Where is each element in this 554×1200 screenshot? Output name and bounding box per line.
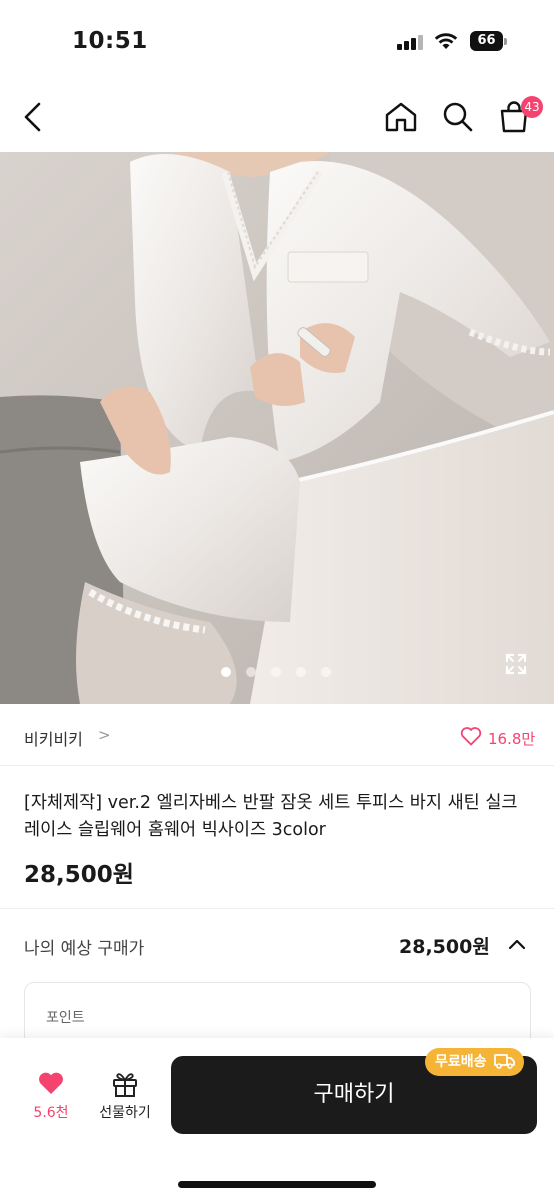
product-title: [자체제작] ver.2 엘리자베스 반팔 잠옷 세트 투피스 바지 새틴 실크…: [24, 793, 518, 840]
heart-outline-icon[interactable]: [460, 726, 482, 746]
battery-icon: 66: [470, 31, 507, 51]
home-icon[interactable]: [384, 101, 418, 133]
gift-button[interactable]: 선물하기: [92, 1070, 158, 1130]
carousel-dot[interactable]: [271, 667, 281, 677]
free-shipping-label: 무료배송: [435, 1054, 487, 1070]
status-time: 10:51: [72, 28, 148, 54]
cellular-signal-icon: [397, 34, 423, 50]
product-price: 28,500원: [24, 862, 134, 888]
home-indicator: [178, 1181, 376, 1188]
carousel-dot[interactable]: [221, 667, 231, 677]
battery-level: 66: [470, 31, 503, 51]
truck-icon: [494, 1053, 516, 1069]
chevron-up-icon[interactable]: [508, 937, 526, 951]
wifi-icon: [434, 33, 458, 49]
free-shipping-badge: 무료배송: [425, 1048, 525, 1076]
gift-label: 선물하기: [99, 1105, 151, 1121]
cart-count-badge: 43: [521, 96, 543, 118]
estimate-label: 나의 예상 구매가: [24, 939, 145, 959]
brand-like-count: 16.8만: [488, 730, 536, 748]
expand-icon[interactable]: [504, 652, 528, 676]
brand-row: 비키비키 > 16.8만: [0, 704, 554, 766]
product-image-carousel[interactable]: [0, 152, 554, 704]
wishlist-button[interactable]: 5.6천: [22, 1070, 80, 1130]
status-bar: 10:51 66: [0, 0, 554, 80]
carousel-dot[interactable]: [321, 667, 331, 677]
carousel-dot[interactable]: [246, 667, 256, 677]
top-nav: [0, 80, 554, 152]
carousel-dot[interactable]: [296, 667, 306, 677]
product-photo: [0, 152, 554, 704]
estimate-price: 28,500원: [399, 936, 490, 958]
search-icon[interactable]: [442, 101, 474, 133]
heart-filled-icon: [39, 1072, 63, 1094]
point-label: 포인트: [46, 1010, 85, 1026]
gift-icon: [113, 1073, 137, 1097]
chevron-right-icon: >: [98, 726, 111, 744]
brand-name-link[interactable]: 비키비키: [24, 726, 83, 750]
wishlist-count: 5.6천: [33, 1105, 69, 1121]
section-divider: [0, 908, 554, 909]
back-icon[interactable]: [20, 101, 46, 133]
